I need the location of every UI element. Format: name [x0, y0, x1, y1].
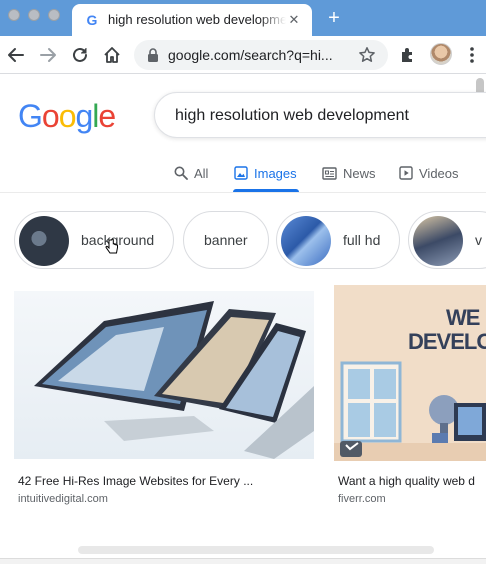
- result-title[interactable]: Want a high quality web d: [338, 474, 486, 488]
- forward-button[interactable]: [36, 43, 60, 67]
- chip-thumbnail: [413, 216, 463, 266]
- close-window-button[interactable]: [8, 9, 20, 21]
- reload-button[interactable]: [68, 43, 92, 67]
- home-button[interactable]: [100, 43, 124, 67]
- tab-title: high resolution web development: [108, 12, 286, 27]
- logo-letter: o: [58, 98, 77, 134]
- result-source[interactable]: intuitivedigital.com: [18, 492, 108, 506]
- tab-label: Videos: [419, 165, 459, 181]
- tab-strip: G high resolution web development ✕ +: [0, 0, 486, 36]
- image-headline-text: DEVELOP: [408, 329, 486, 354]
- result-image[interactable]: WE DEVELOP: [334, 285, 486, 461]
- search-input[interactable]: high resolution web development: [175, 107, 409, 125]
- chip-banner[interactable]: banner: [183, 211, 269, 269]
- tab-label: Images: [254, 165, 297, 181]
- tab-news[interactable]: News: [322, 163, 376, 183]
- chip-thumbnail: [19, 216, 69, 266]
- search-icon: [174, 166, 188, 180]
- window-bottom-edge: [0, 558, 486, 564]
- monitors-illustration: [34, 301, 314, 459]
- back-arrow-icon: [8, 48, 24, 62]
- chip-thumbnail: [281, 216, 331, 266]
- logo-letter: e: [98, 98, 116, 134]
- horizontal-scrollbar[interactable]: [78, 546, 434, 554]
- forward-arrow-icon: [40, 48, 56, 62]
- search-box[interactable]: high resolution web development: [154, 92, 486, 138]
- image-icon: [234, 166, 248, 180]
- chip-full-hd[interactable]: full hd: [276, 211, 400, 269]
- bookmark-star-icon[interactable]: [358, 46, 376, 64]
- zoom-window-button[interactable]: [48, 9, 60, 21]
- image-headline-text: WE: [446, 305, 480, 330]
- chip-label: banner: [204, 232, 248, 248]
- video-icon: [399, 166, 413, 180]
- hand-pointer-cursor-icon: [105, 238, 118, 254]
- logo-letter: o: [41, 98, 60, 134]
- active-tab-indicator: [233, 189, 299, 192]
- chip-label: full hd: [343, 232, 381, 248]
- browser-toolbar: google.com/search?q=hi...: [0, 36, 486, 74]
- tab-label: News: [343, 165, 376, 181]
- chip-more[interactable]: v: [408, 211, 486, 269]
- back-button[interactable]: [4, 43, 28, 67]
- chip-label: v: [475, 232, 482, 248]
- reload-icon: [73, 47, 87, 62]
- logo-letter: G: [18, 98, 43, 134]
- extensions-button[interactable]: [396, 43, 420, 67]
- new-tab-button[interactable]: +: [322, 6, 346, 30]
- puzzle-piece-icon: [402, 48, 412, 62]
- chip-background[interactable]: background: [14, 211, 174, 269]
- search-filter-tabs: All Images News Videos: [0, 155, 486, 193]
- tab-active[interactable]: G high resolution web development ✕: [72, 4, 312, 36]
- kebab-menu-icon: [470, 47, 474, 63]
- tab-videos[interactable]: Videos: [399, 163, 459, 183]
- address-bar[interactable]: google.com/search?q=hi...: [134, 40, 388, 70]
- google-favicon-icon: G: [86, 12, 98, 28]
- google-logo[interactable]: Google: [18, 98, 116, 134]
- result-source[interactable]: fiverr.com: [338, 492, 386, 506]
- profile-avatar[interactable]: [430, 43, 452, 65]
- tab-images[interactable]: Images: [234, 163, 297, 183]
- tab-label: All: [194, 165, 209, 181]
- url-text: google.com/search?q=hi...: [168, 47, 333, 63]
- result-image[interactable]: [14, 291, 314, 459]
- browser-menu-button[interactable]: [460, 43, 484, 67]
- browser-window: G high resolution web development ✕ + go…: [0, 0, 486, 564]
- minimize-window-button[interactable]: [28, 9, 40, 21]
- close-tab-icon[interactable]: ✕: [286, 12, 302, 28]
- lock-icon[interactable]: [147, 48, 159, 62]
- news-icon: [322, 166, 337, 180]
- tab-all[interactable]: All: [174, 163, 208, 183]
- result-title[interactable]: 42 Free Hi-Res Image Websites for Every …: [18, 474, 308, 488]
- logo-letter: g: [75, 98, 93, 134]
- home-icon: [104, 47, 120, 63]
